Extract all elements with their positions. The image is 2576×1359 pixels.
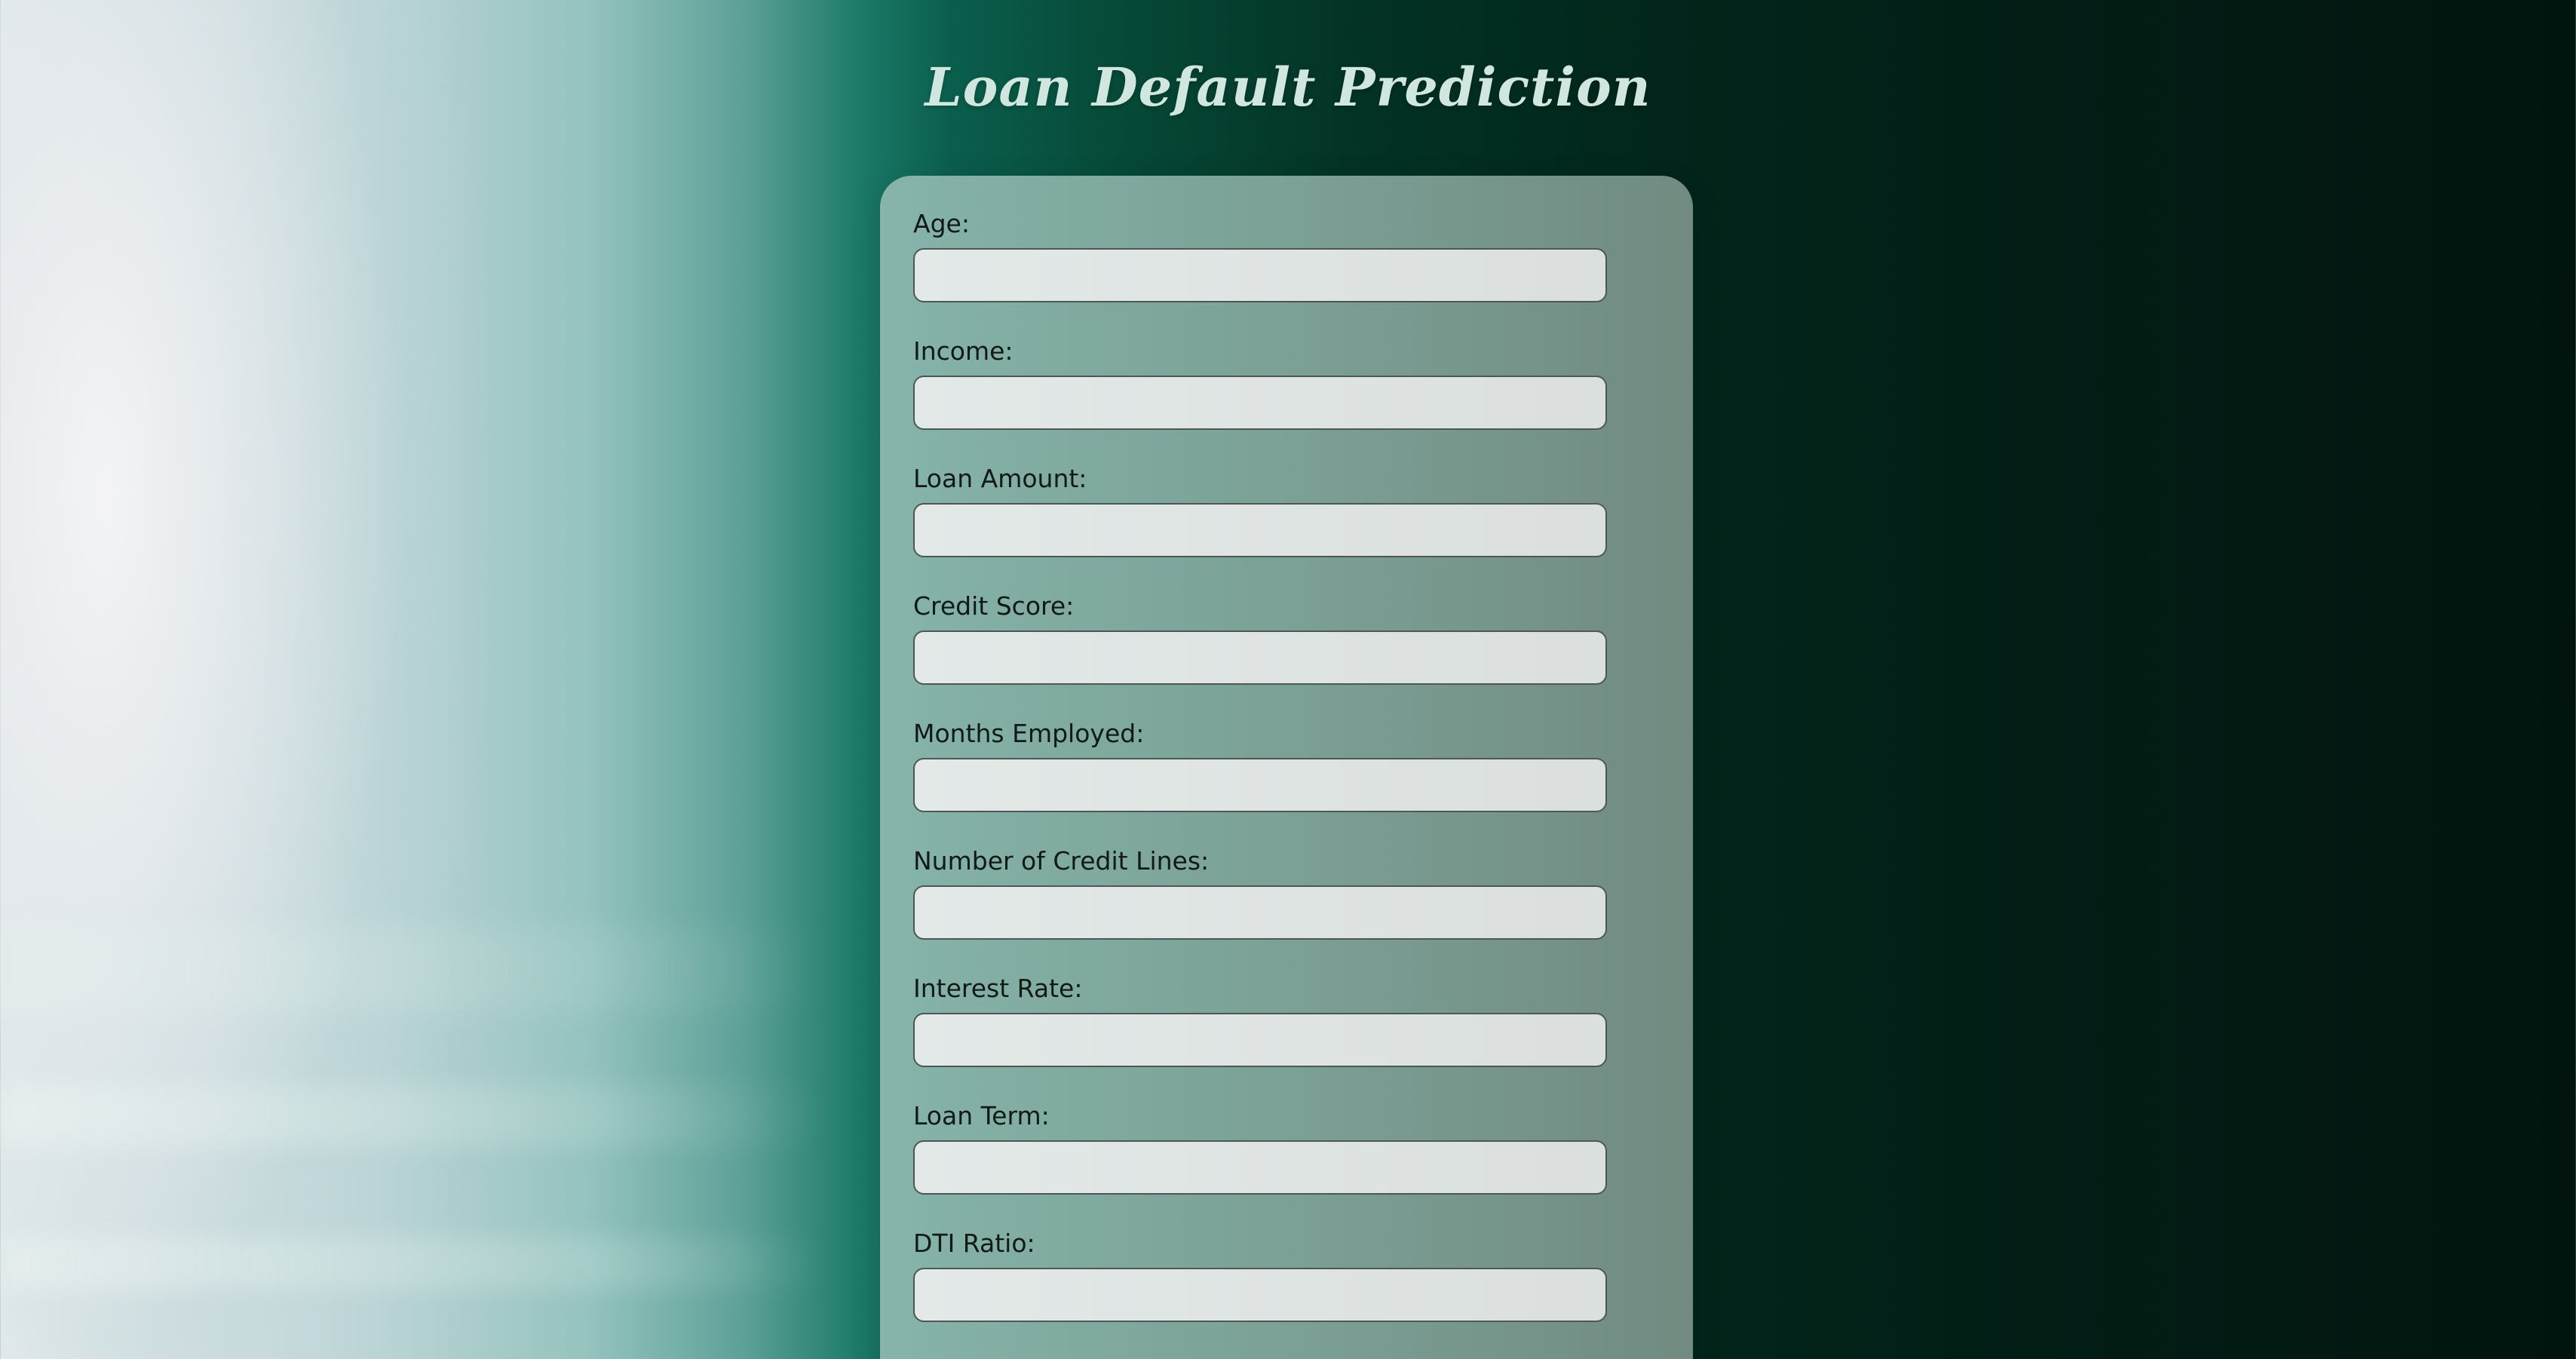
credit-score-label: Credit Score: [913, 591, 1075, 621]
loan-amount-input[interactable] [913, 503, 1607, 557]
credit-lines-label: Number of Credit Lines: [913, 846, 1210, 876]
age-field-group: Age: [913, 209, 1607, 302]
interest-rate-field-group: Interest Rate: [913, 974, 1607, 1067]
loan-term-label: Loan Term: [913, 1101, 1050, 1130]
interest-rate-input[interactable] [913, 1013, 1607, 1067]
age-input[interactable] [913, 248, 1607, 302]
loan-term-field-group: Loan Term: [913, 1101, 1607, 1195]
months-employed-field-group: Months Employed: [913, 719, 1607, 812]
credit-lines-input[interactable] [913, 885, 1607, 940]
dti-ratio-label: DTI Ratio: [913, 1229, 1035, 1258]
credit-lines-field-group: Number of Credit Lines: [913, 846, 1607, 940]
loan-amount-label: Loan Amount: [913, 464, 1087, 493]
dti-ratio-field-group: DTI Ratio: [913, 1229, 1607, 1322]
loan-prediction-form: Age: Income: Loan Amount: Credit Score: … [880, 176, 1693, 1359]
background-haze [0, 928, 830, 1011]
months-employed-label: Months Employed: [913, 719, 1145, 748]
income-field-group: Income: [913, 336, 1607, 430]
loan-amount-field-group: Loan Amount: [913, 464, 1607, 557]
credit-score-input[interactable] [913, 630, 1607, 685]
age-label: Age: [913, 209, 970, 238]
income-input[interactable] [913, 376, 1607, 430]
loan-term-input[interactable] [913, 1140, 1607, 1195]
background-haze [0, 1086, 830, 1146]
background-haze [0, 1237, 830, 1290]
income-label: Income: [913, 336, 1014, 366]
dti-ratio-input[interactable] [913, 1268, 1607, 1322]
interest-rate-label: Interest Rate: [913, 974, 1083, 1003]
credit-score-field-group: Credit Score: [913, 591, 1607, 685]
months-employed-input[interactable] [913, 758, 1607, 812]
page-title: Loan Default Prediction [925, 56, 1651, 118]
